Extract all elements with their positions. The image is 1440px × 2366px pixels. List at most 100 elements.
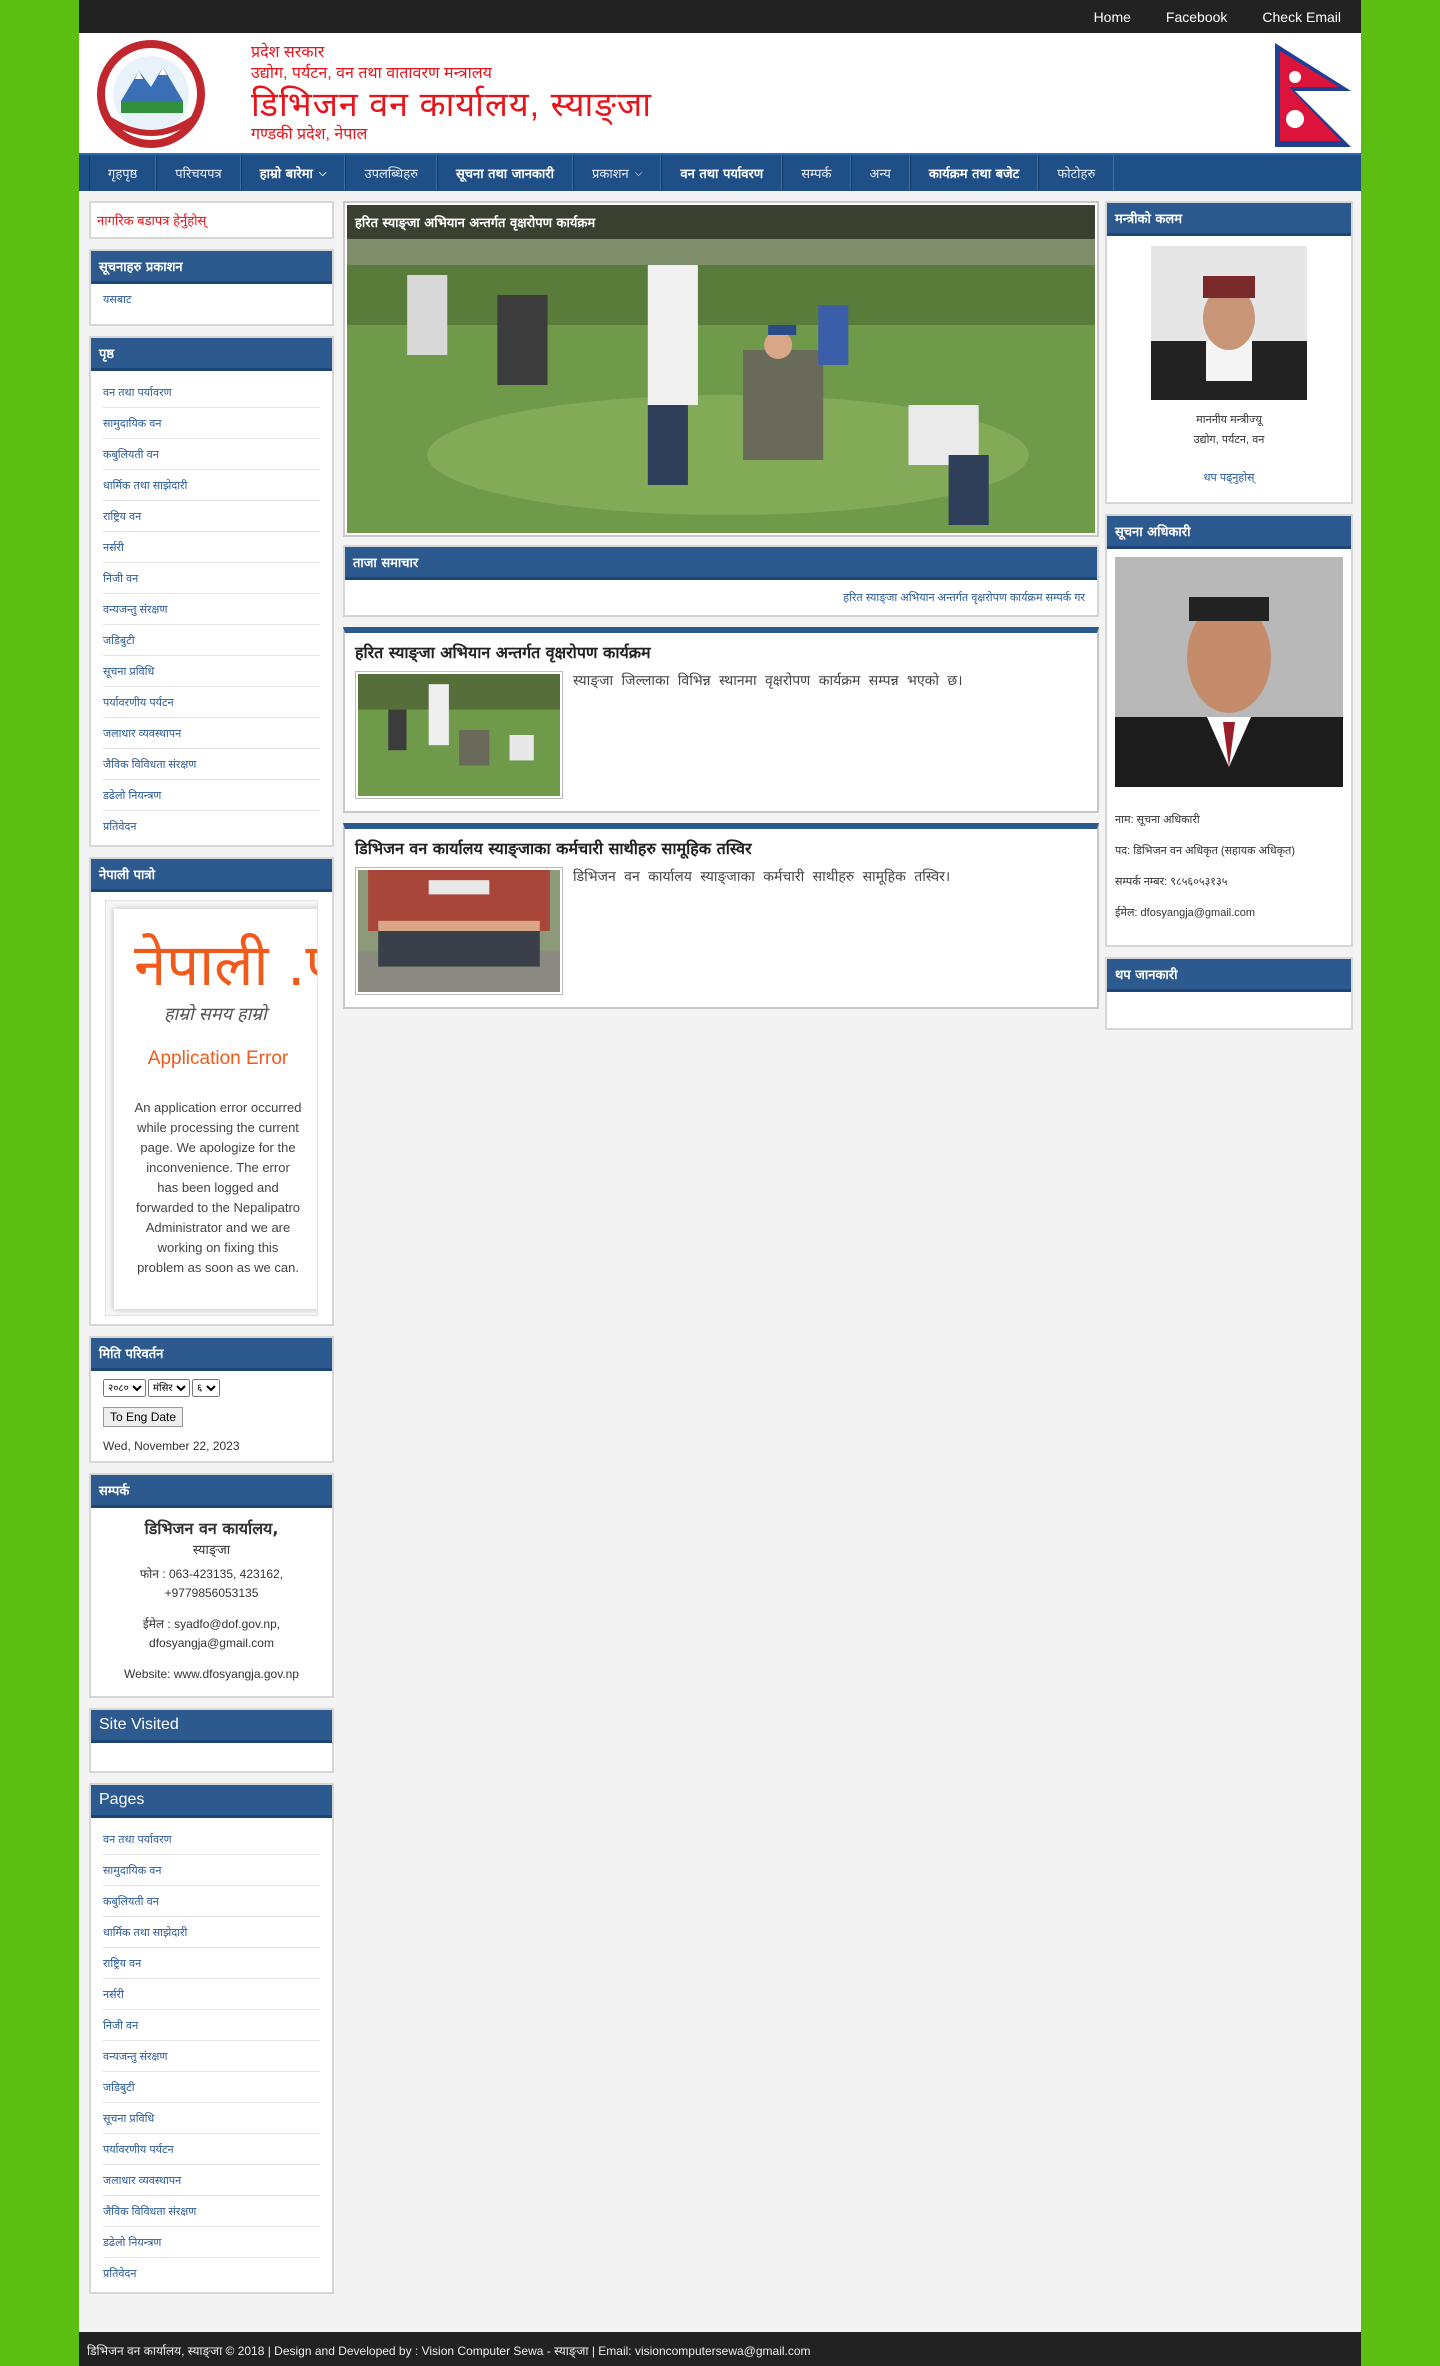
- site-visited-box: Site Visited: [89, 1708, 334, 1773]
- contact-body: डिभिजन वन कार्यालय, स्याङ्जा फोन : 063-4…: [91, 1508, 332, 1696]
- contact-place: स्याङ्जा: [192, 1542, 231, 1557]
- nav-item-achievements[interactable]: उपलब्धिहरु: [345, 155, 437, 191]
- pages-box: Pages वन तथा पर्यावरण सामुदायिक वन कबुलि…: [89, 1783, 334, 2294]
- list-item[interactable]: पर्यावरणीय पर्यटन: [103, 687, 320, 718]
- list-item[interactable]: निजी वन: [103, 563, 320, 594]
- information-officer-title: सूचना अधिकारी: [1107, 516, 1351, 549]
- news-ticker-title: ताजा समाचार: [345, 547, 1097, 580]
- date-converter-box: मिति परिवर्तन २०८० मंसिर ६ To Eng Date W…: [89, 1336, 334, 1463]
- news-post: हरित स्याङ्जा अभियान अन्तर्गत वृक्षरोपण …: [343, 627, 1099, 813]
- notices-link[interactable]: यसबाट: [103, 294, 132, 306]
- nav-item-notices[interactable]: सूचना तथा जानकारी: [436, 155, 573, 191]
- list-item[interactable]: वन तथा पर्यावरण: [103, 377, 320, 408]
- list-item[interactable]: प्रतिवेदन: [103, 811, 320, 841]
- officer-photo: [1115, 557, 1343, 787]
- nepali-patro-embed[interactable]: नेपाली .प हाम्रो समय हाम्रो Application …: [105, 900, 318, 1316]
- list-item[interactable]: सामुदायिक वन: [103, 1855, 320, 1886]
- date-selects: २०८० मंसिर ६: [103, 1379, 320, 1397]
- post-title[interactable]: हरित स्याङ्जा अभियान अन्तर्गत वृक्षरोपण …: [355, 641, 1087, 663]
- site-footer: डिभिजन वन कार्यालय, स्याङ्जा © 2018 | De…: [79, 2332, 1361, 2366]
- left-sidebar: नागरिक बडापत्र हेर्नुहोस् सूचनाहरु प्रका…: [89, 201, 334, 2304]
- list-item[interactable]: डढेलो नियन्त्रण: [103, 780, 320, 811]
- nav-item-other[interactable]: अन्य: [850, 155, 910, 191]
- list-item[interactable]: धार्मिक तथा साझेदारी: [103, 1917, 320, 1948]
- post-row: स्याङ्जा जिल्लाका विभिन्न स्थानमा वृक्षर…: [355, 671, 1087, 799]
- nav-item-forest-environment[interactable]: वन तथा पर्यावरण: [661, 155, 783, 191]
- news-ticker[interactable]: हरित स्याङ्जा अभियान अन्तर्गत वृक्षरोपण …: [345, 580, 1097, 615]
- nav-label: उपलब्धिहरु: [364, 167, 418, 182]
- minister-name: माननीय मन्त्रीज्यू: [1196, 414, 1262, 426]
- slider-caption[interactable]: हरित स्याङ्जा अभियान अन्तर्गत वृक्षरोपण …: [347, 205, 1095, 239]
- list-item[interactable]: जैविक विविधता संरक्षण: [103, 2196, 320, 2227]
- nepali-patro-logo: नेपाली .प: [134, 931, 318, 999]
- list-item[interactable]: राष्ट्रिय वन: [103, 501, 320, 532]
- list-item[interactable]: नर्सरी: [103, 1979, 320, 2010]
- list-item[interactable]: वन तथा पर्यावरण: [103, 1824, 320, 1855]
- pages-title: Pages: [91, 1785, 332, 1818]
- list-item[interactable]: जैविक विविधता संरक्षण: [103, 749, 320, 780]
- list-item[interactable]: राष्ट्रिय वन: [103, 1948, 320, 1979]
- post-thumbnail[interactable]: [355, 671, 563, 799]
- list-item[interactable]: कबुलियती वन: [103, 1886, 320, 1917]
- nav-label: कार्यक्रम तथा बजेट: [928, 167, 1020, 182]
- read-more-link[interactable]: थप पढ्नुहोस्: [1107, 468, 1351, 488]
- list-item[interactable]: निजी वन: [103, 2010, 320, 2041]
- english-date: Wed, November 22, 2023: [103, 1439, 240, 1453]
- nav-label: परिचयपत्र: [175, 167, 222, 182]
- notices-box: सूचनाहरु प्रकाशन यसबाट: [89, 249, 334, 326]
- nav-label: वन तथा पर्यावरण: [680, 167, 764, 182]
- list-item[interactable]: प्रतिवेदन: [103, 2258, 320, 2288]
- year-select[interactable]: २०८०: [103, 1379, 146, 1397]
- post-excerpt: स्याङ्जा जिल्लाका विभिन्न स्थानमा वृक्षर…: [573, 673, 963, 689]
- list-item[interactable]: वन्यजन्तु संरक्षण: [103, 594, 320, 625]
- list-item[interactable]: जडिबुटी: [103, 2072, 320, 2103]
- month-select[interactable]: मंसिर: [148, 1379, 190, 1397]
- nav-item-program-budget[interactable]: कार्यक्रम तथा बजेट: [909, 155, 1039, 191]
- list-item[interactable]: सामुदायिक वन: [103, 408, 320, 439]
- list-item[interactable]: वन्यजन्तु संरक्षण: [103, 2041, 320, 2072]
- error-title: Application Error: [147, 1048, 289, 1069]
- post-excerpt: डिभिजन वन कार्यालय स्याङ्जाका कर्मचारी स…: [573, 869, 951, 885]
- citizen-charter-link[interactable]: नागरिक बडापत्र हेर्नुहोस्: [91, 203, 332, 237]
- chevron-down-icon: ⌵: [318, 167, 327, 179]
- contact-org: डिभिजन वन कार्यालय,: [144, 1519, 279, 1538]
- nav-item-about[interactable]: हाम्रो बारेमा ⌵: [240, 155, 346, 191]
- minister-photo: [1151, 246, 1307, 400]
- nav-item-photos[interactable]: फोटोहरु: [1038, 155, 1115, 191]
- more-info-title: थप जानकारी: [1107, 959, 1351, 992]
- day-select[interactable]: ६: [192, 1379, 220, 1397]
- list-item[interactable]: जडिबुटी: [103, 625, 320, 656]
- list-item[interactable]: नर्सरी: [103, 532, 320, 563]
- list-item[interactable]: पर्यावरणीय पर्यटन: [103, 2134, 320, 2165]
- to-eng-date-button[interactable]: To Eng Date: [103, 1407, 184, 1427]
- nav-item-contact[interactable]: सम्पर्क: [782, 155, 851, 191]
- citizen-charter-box: नागरिक बडापत्र हेर्नुहोस्: [89, 201, 334, 239]
- group-photo-thumb-image: [358, 870, 560, 992]
- contact-website[interactable]: Website: www.dfosyangja.gov.np: [101, 1665, 322, 1684]
- list-item[interactable]: सूचना प्रविधि: [103, 2103, 320, 2134]
- post-thumbnail[interactable]: [355, 867, 563, 995]
- post-title[interactable]: डिभिजन वन कार्यालय स्याङ्जाका कर्मचारी स…: [355, 837, 1087, 859]
- officer-details: नाम: सूचना अधिकारी पद: डिभिजन वन अधिकृत …: [1107, 805, 1351, 945]
- nav-item-publications[interactable]: प्रकाशन ⌵: [572, 155, 662, 191]
- pages-menu-title: पृष्ठ: [91, 338, 332, 371]
- top-link-check-email[interactable]: Check Email: [1262, 9, 1341, 25]
- list-item[interactable]: जलाधार व्यवस्थापन: [103, 718, 320, 749]
- nepali-patro-tagline: हाम्रो समय हाम्रो: [164, 1004, 267, 1024]
- main-content: हरित स्याङ्जा अभियान अन्तर्गत वृक्षरोपण …: [343, 201, 1099, 1019]
- right-sidebar: मन्त्रीको कलम माननीय मन्त्रीज्यू उद्योग,…: [1105, 201, 1353, 1040]
- government-emblem-logo[interactable]: [91, 39, 211, 149]
- list-item[interactable]: सूचना प्रविधि: [103, 656, 320, 687]
- list-item[interactable]: डढेलो नियन्त्रण: [103, 2227, 320, 2258]
- top-link-facebook[interactable]: Facebook: [1166, 9, 1227, 25]
- list-item[interactable]: जलाधार व्यवस्थापन: [103, 2165, 320, 2196]
- list-item[interactable]: कबुलियती वन: [103, 439, 320, 470]
- top-link-home[interactable]: Home: [1094, 9, 1131, 25]
- officer-phone: सम्पर्क नम्बर: ९८५६०५३१३५: [1115, 876, 1228, 888]
- nav-item-intro[interactable]: परिचयपत्र: [156, 155, 241, 191]
- main-nav: गृहपृष्ठ परिचयपत्र हाम्रो बारेमा ⌵ उपलब्ध…: [79, 153, 1361, 191]
- date-converter-body: २०८० मंसिर ६ To Eng Date Wed, November 2…: [91, 1371, 332, 1461]
- list-item[interactable]: धार्मिक तथा साझेदारी: [103, 470, 320, 501]
- image-slider[interactable]: हरित स्याङ्जा अभियान अन्तर्गत वृक्षरोपण …: [343, 201, 1099, 537]
- nav-item-home[interactable]: गृहपृष्ठ: [89, 155, 157, 191]
